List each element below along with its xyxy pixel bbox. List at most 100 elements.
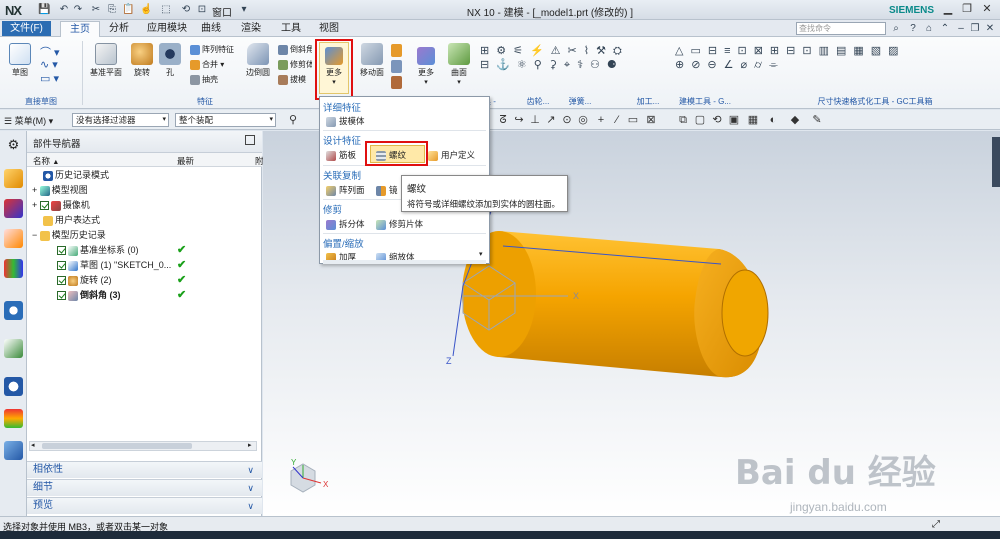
expand-icon[interactable]: +: [32, 200, 37, 210]
visibility-checkbox[interactable]: [57, 246, 66, 256]
tab-application[interactable]: 应用模块: [144, 21, 190, 37]
col-latest-header[interactable]: 最新: [177, 155, 194, 167]
move-face-button[interactable]: 移动面: [357, 43, 387, 78]
more2-button[interactable]: 更多 ▾: [412, 43, 440, 86]
tree-row-datum-csys[interactable]: 基准坐标系 (0) ✔: [27, 243, 262, 258]
history-icon[interactable]: [4, 339, 23, 358]
gc-toolbox-icons[interactable]: ⊞⚙⚟⚡⚠✂⌇⚒⛭ ⊟⚓⚛⚲⚳⌖⚕⚇⚈: [480, 44, 670, 92]
point-on-curve-icon[interactable]: ⊥: [528, 113, 542, 127]
rotate-view-icon[interactable]: ⟲: [710, 113, 724, 127]
part-navigator-icon[interactable]: [4, 169, 23, 188]
pattern-feature-button[interactable]: 阵列特征: [190, 44, 234, 55]
scroll-thumb[interactable]: [42, 443, 192, 449]
tree-row-chamfer[interactable]: 倒斜角 (3) ✔: [27, 288, 262, 303]
scroll-right-icon[interactable]: ▸: [248, 441, 252, 449]
datum-plane-button[interactable]: 基准平面: [88, 43, 124, 78]
snap-icon[interactable]: ⚲: [286, 113, 300, 127]
chamfer-button[interactable]: 倒斜角: [278, 44, 312, 55]
close-icon[interactable]: ✕: [979, 2, 995, 16]
reuse-library-icon[interactable]: [4, 259, 23, 278]
assembly-scope-combo[interactable]: 整个装配 ▾: [175, 113, 276, 127]
paste-icon[interactable]: 📋: [122, 4, 134, 16]
touch-mode-icon[interactable]: ☝: [140, 4, 152, 16]
tree-row-revolve[interactable]: 旋转 (2) ✔: [27, 273, 262, 288]
assembly-navigator-icon[interactable]: [4, 199, 23, 218]
curve-rule-icon[interactable]: ᘔ: [496, 113, 510, 127]
line-snap-icon[interactable]: ⁄: [610, 113, 624, 127]
split-body-item[interactable]: 拆分体: [326, 218, 365, 230]
help-icon[interactable]: ?: [906, 22, 920, 35]
collapse-icon[interactable]: −: [32, 230, 37, 240]
user-defined-item[interactable]: 用户定义: [428, 149, 475, 161]
horizontal-scrollbar[interactable]: ◂ ▸: [29, 441, 257, 451]
view-fit-icon[interactable]: ⧉: [676, 113, 690, 127]
hole-button[interactable]: 孔: [158, 43, 182, 78]
role-icon[interactable]: [4, 441, 23, 460]
clock-icon[interactable]: [4, 377, 23, 396]
expand-icon[interactable]: +: [32, 185, 37, 195]
search-icon[interactable]: ⌕: [889, 22, 903, 35]
tree-row-model-views[interactable]: + 模型视图: [27, 183, 262, 198]
tree-row-sketch[interactable]: 草图 (1) "SKETCH_0... ✔: [27, 258, 262, 273]
settings-icon[interactable]: ⚙: [4, 135, 23, 154]
tab-curve[interactable]: 曲线: [196, 21, 226, 37]
constraint-navigator-icon[interactable]: [4, 229, 23, 248]
tree-row-model-history[interactable]: − 模型历史记录: [27, 228, 262, 243]
shell-button[interactable]: 抽壳: [190, 74, 218, 85]
palette-icon[interactable]: [4, 409, 23, 428]
window-menu-icon[interactable]: ⊡: [196, 4, 208, 16]
cut-icon[interactable]: ✂: [90, 4, 102, 16]
save-icon[interactable]: 💾: [38, 4, 50, 16]
sync-modeling-icons[interactable]: [391, 44, 405, 90]
scroll-left-icon[interactable]: ◂: [31, 441, 35, 449]
dimension-format-icons[interactable]: △▭⊟≡⊡⊠⊞⊟⊡▥▤▦▧▨ ⊕⊘⊖∠⌀⌭⌯: [675, 44, 975, 92]
tab-view[interactable]: 视图: [314, 21, 344, 37]
col-name-header[interactable]: 名称 ▲: [33, 155, 59, 167]
selection-filter-combo[interactable]: 没有选择过滤器 ▾: [72, 113, 169, 127]
window-dropdown-icon[interactable]: ▾: [238, 4, 250, 16]
pan-icon[interactable]: ▣: [727, 113, 741, 127]
render-style-icon[interactable]: ◐: [766, 113, 780, 127]
visibility-checkbox[interactable]: [57, 276, 66, 286]
redo-icon[interactable]: ↷: [72, 4, 84, 16]
end-point-icon[interactable]: ↗: [544, 113, 558, 127]
existing-point-icon[interactable]: +: [594, 113, 608, 127]
undo-icon[interactable]: ↶: [58, 4, 70, 16]
tree-row-user-expressions[interactable]: 用户表达式: [27, 213, 262, 228]
sketch-curve-tools[interactable]: ⌒ ▾ ∿ ▾ ▭ ▾: [40, 44, 72, 94]
center-point-icon[interactable]: ⊙: [560, 113, 574, 127]
intersection-icon[interactable]: ⊠: [644, 113, 658, 127]
layout-icon[interactable]: ▦: [746, 113, 760, 127]
tree-row-cameras[interactable]: + 摄像机: [27, 198, 262, 213]
doc-close-icon[interactable]: ✕: [983, 22, 997, 35]
shaded-icon[interactable]: ◆: [788, 113, 802, 127]
visibility-checkbox[interactable]: [39, 201, 49, 211]
tab-home[interactable]: 主页: [60, 21, 100, 37]
part-body[interactable]: [462, 231, 769, 378]
tangent-curve-icon[interactable]: ↪: [512, 113, 526, 127]
viewport-side-tab[interactable]: [992, 137, 1000, 187]
restore-icon[interactable]: ❐: [959, 2, 975, 16]
panel-details[interactable]: 细节 ∨: [27, 479, 262, 496]
home-icon[interactable]: ⌂: [922, 22, 936, 35]
rib-item[interactable]: 筋板: [326, 149, 356, 161]
web-browser-icon[interactable]: [4, 301, 23, 320]
panel-dependencies[interactable]: 相依性 ∨: [27, 461, 262, 478]
menu-button[interactable]: ☰ 菜单(M) ▾: [4, 114, 53, 127]
collapse-ribbon-icon[interactable]: ⌃: [938, 22, 952, 35]
gallery-resize-bar[interactable]: [323, 260, 486, 264]
copy-icon[interactable]: ⎘: [106, 4, 118, 16]
revolve-button[interactable]: 旋转: [128, 43, 156, 78]
quadrant-icon[interactable]: ▭: [626, 113, 640, 127]
panel-preview[interactable]: 预览 ∨: [27, 497, 262, 514]
doc-minimize-icon[interactable]: –: [954, 22, 968, 35]
tab-render[interactable]: 渲染: [236, 21, 266, 37]
command-search-input[interactable]: 查找命令: [796, 22, 886, 35]
trim-body-button[interactable]: 修剪体: [278, 59, 312, 70]
surface-button[interactable]: 曲面 ▾: [445, 43, 473, 86]
tab-analysis[interactable]: 分析: [104, 21, 134, 37]
gallery-expand-icon[interactable]: ▾: [479, 250, 483, 258]
draft-body-item[interactable]: 拔模体: [326, 115, 365, 127]
window-menu[interactable]: 窗口: [212, 4, 232, 19]
trim-sheet-item[interactable]: 修剪片体: [376, 218, 423, 230]
